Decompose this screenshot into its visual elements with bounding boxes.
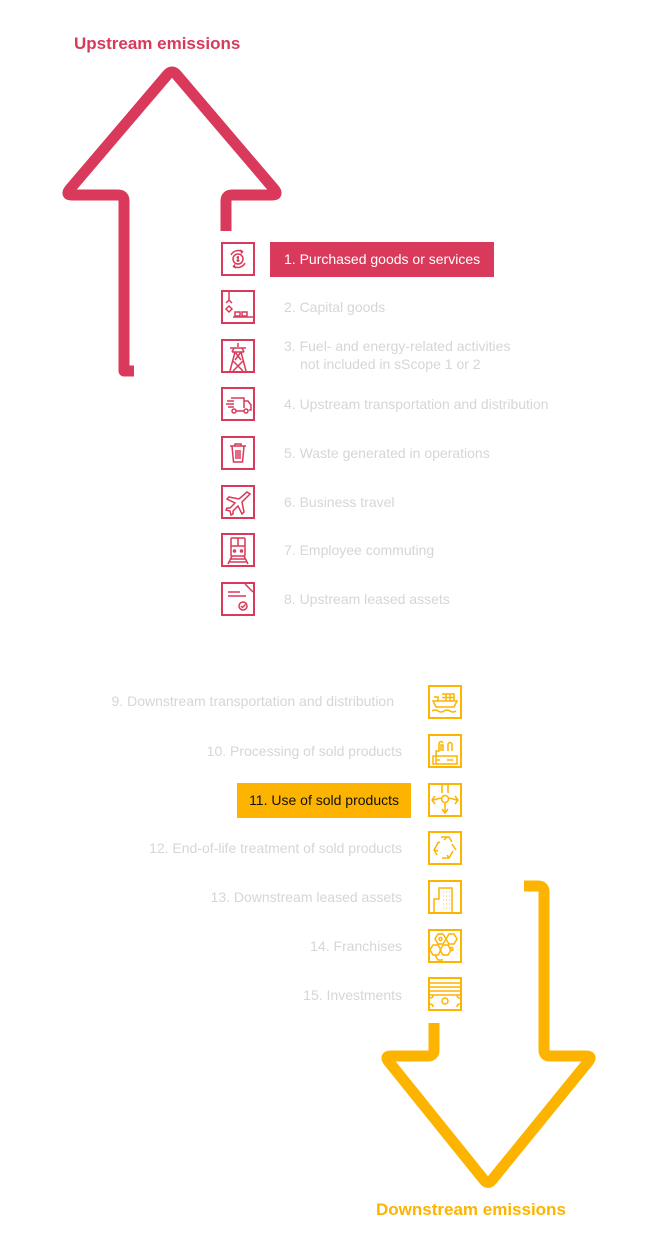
category-3-label-line2[interactable]: not included in sScope 1 or 2	[300, 355, 481, 373]
train-icon	[221, 533, 255, 567]
category-15-label[interactable]: 15. Investments	[303, 986, 402, 1004]
category-3-label-line1[interactable]: 3. Fuel- and energy-related activities	[284, 337, 510, 355]
category-14-label[interactable]: 14. Franchises	[310, 937, 402, 955]
category-9-label[interactable]: 9. Downstream transportation and distrib…	[112, 692, 394, 710]
crane-icon	[221, 290, 255, 324]
category-5-label[interactable]: 5. Waste generated in operations	[284, 444, 490, 462]
power-pylon-icon	[221, 339, 255, 373]
category-7-label[interactable]: 7. Employee commuting	[284, 541, 434, 559]
downstream-arrow	[381, 880, 596, 1188]
category-11-label[interactable]: 11. Use of sold products	[237, 783, 411, 818]
money-cycle-icon	[221, 242, 255, 276]
category-2-label[interactable]: 2. Capital goods	[284, 298, 385, 316]
factory-icon	[428, 734, 462, 768]
category-8-label[interactable]: 8. Upstream leased assets	[284, 590, 450, 608]
airplane-icon	[221, 485, 255, 519]
distribution-arrows-icon	[428, 783, 462, 817]
category-6-label[interactable]: 6. Business travel	[284, 493, 395, 511]
banknote-icon	[428, 977, 462, 1011]
category-1-label[interactable]: 1. Purchased goods or services	[270, 242, 495, 277]
trash-bin-icon	[221, 436, 255, 470]
upstream-arrow	[62, 66, 282, 377]
category-4-label[interactable]: 4. Upstream transportation and distribut…	[284, 395, 549, 413]
document-check-icon	[221, 582, 255, 616]
recycle-icon	[428, 831, 462, 865]
category-13-label[interactable]: 13. Downstream leased assets	[211, 888, 402, 906]
category-12-label[interactable]: 12. End-of-life treatment of sold produc…	[149, 839, 402, 857]
arrows	[62, 66, 596, 1188]
building-icon	[428, 880, 462, 914]
truck-icon	[221, 387, 255, 421]
category-10-label[interactable]: 10. Processing of sold products	[207, 742, 402, 760]
cargo-ship-icon	[428, 685, 462, 719]
franchise-hexagons-icon	[428, 929, 462, 963]
